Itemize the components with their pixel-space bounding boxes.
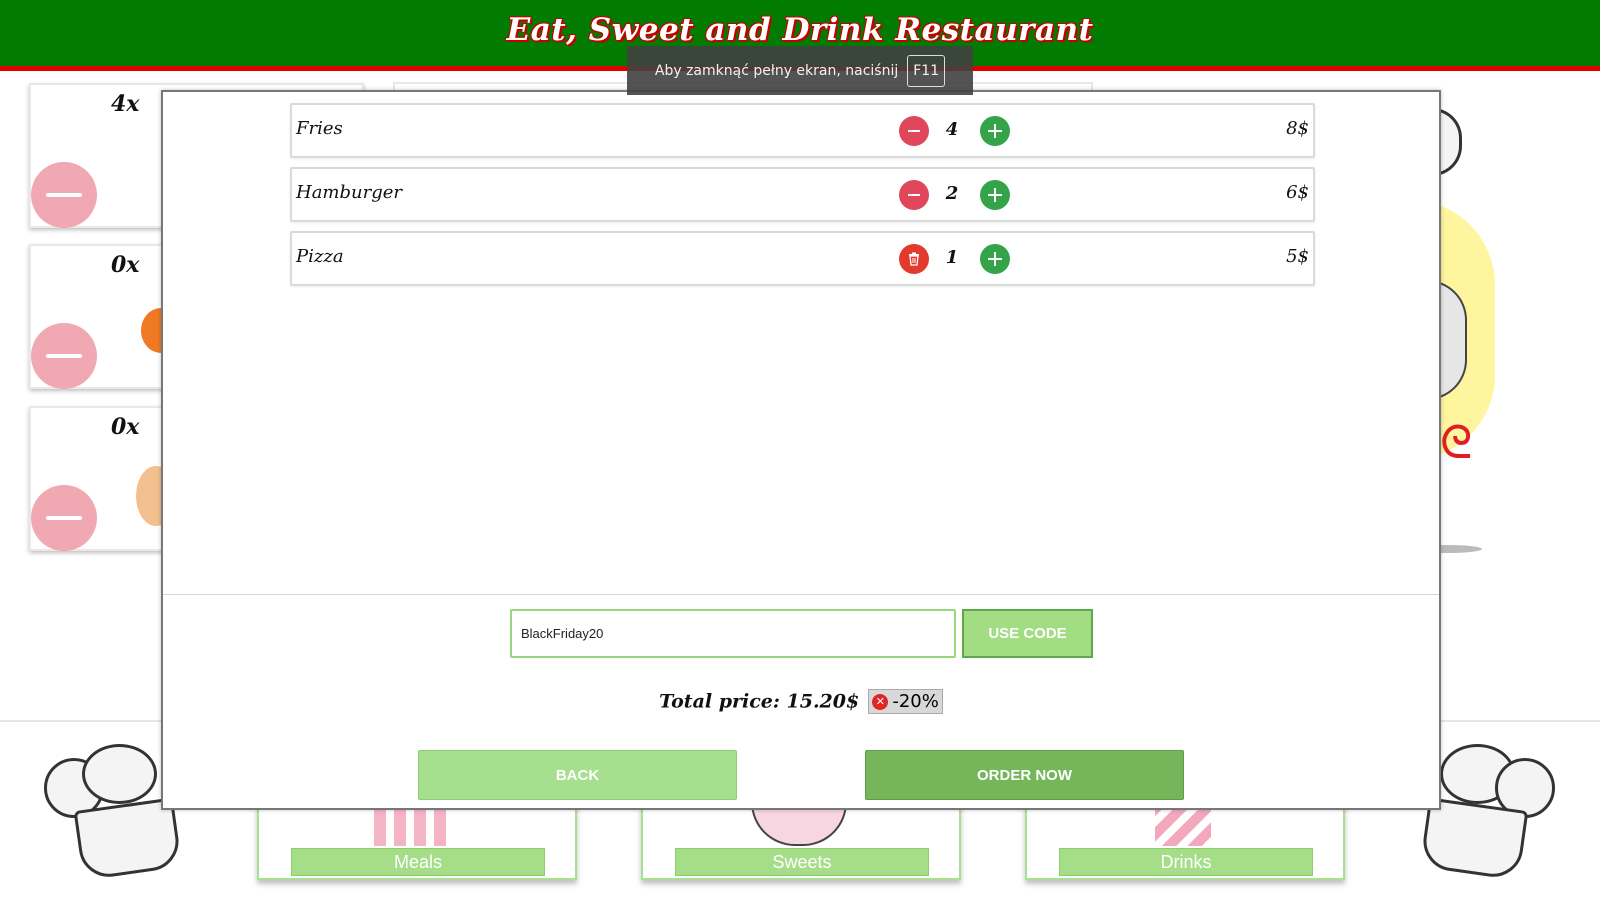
category-card-meals[interactable]: Meals <box>257 800 577 880</box>
category-meals-button[interactable]: Meals <box>291 848 545 876</box>
item-name: Hamburger <box>296 182 402 203</box>
order-summary-modal: Fries 4 8$ Hamburger 2 6$ Pizza 1 5$ Bla… <box>161 90 1441 810</box>
ribbon-icon: ᘓ <box>1440 415 1473 469</box>
order-item-row: Pizza 1 5$ <box>290 231 1315 286</box>
discount-badge: ✕ -20% <box>868 689 943 714</box>
category-drinks-button[interactable]: Drinks <box>1059 848 1313 876</box>
plus-icon <box>988 188 1002 202</box>
use-code-button[interactable]: USE CODE <box>962 609 1093 658</box>
total-price: Total price: 15.20$ <box>659 690 860 713</box>
plus-icon <box>988 124 1002 138</box>
chef-hat-icon <box>1419 744 1560 881</box>
minus-icon <box>908 130 920 132</box>
remove-item-button[interactable] <box>899 244 929 274</box>
item-quantity: 2 <box>945 183 959 204</box>
trash-icon <box>909 252 919 266</box>
item-price: 6$ <box>1286 182 1309 203</box>
increase-quantity-button[interactable] <box>980 116 1010 146</box>
app-stage: Eat, Sweet and Drink Restaurant 4x 0x 0x… <box>0 0 1600 900</box>
decrease-quantity-button[interactable] <box>899 116 929 146</box>
order-item-row: Fries 4 8$ <box>290 103 1315 158</box>
discount-value: -20% <box>892 691 939 712</box>
modal-divider <box>163 594 1439 595</box>
minus-icon[interactable] <box>31 162 97 228</box>
toast-text: Aby zamknąć pełny ekran, naciśnij <box>654 62 899 79</box>
item-quantity: 4 <box>945 119 959 140</box>
item-name: Pizza <box>296 246 344 267</box>
increase-quantity-button[interactable] <box>980 244 1010 274</box>
order-item-row: Hamburger 2 6$ <box>290 167 1315 222</box>
minus-icon[interactable] <box>31 323 97 389</box>
product-quantity: 0x <box>111 414 140 440</box>
restaurant-title: Eat, Sweet and Drink Restaurant <box>506 12 1094 48</box>
back-button[interactable]: BACK <box>418 750 737 800</box>
decrease-quantity-button[interactable] <box>899 180 929 210</box>
category-sweets-button[interactable]: Sweets <box>675 848 929 876</box>
fullscreen-toast: Aby zamknąć pełny ekran, naciśnij F11 <box>627 46 973 95</box>
product-quantity: 4x <box>111 91 140 117</box>
increase-quantity-button[interactable] <box>980 180 1010 210</box>
discount-code-input[interactable] <box>510 609 956 658</box>
item-price: 5$ <box>1286 246 1309 267</box>
remove-discount-icon[interactable]: ✕ <box>872 693 889 710</box>
product-quantity: 0x <box>111 252 140 278</box>
item-price: 8$ <box>1286 118 1309 139</box>
total-price-row: Total price: 15.20$ ✕ -20% <box>163 689 1439 714</box>
minus-icon <box>908 194 920 196</box>
plus-icon <box>988 252 1002 266</box>
minus-icon[interactable] <box>31 485 97 551</box>
toast-key: F11 <box>907 54 946 87</box>
item-quantity: 1 <box>945 247 959 268</box>
category-card-drinks[interactable]: Drinks <box>1025 800 1345 880</box>
category-card-sweets[interactable]: Sweets <box>641 800 961 880</box>
order-now-button[interactable]: ORDER NOW <box>865 750 1184 800</box>
item-name: Fries <box>296 118 343 139</box>
